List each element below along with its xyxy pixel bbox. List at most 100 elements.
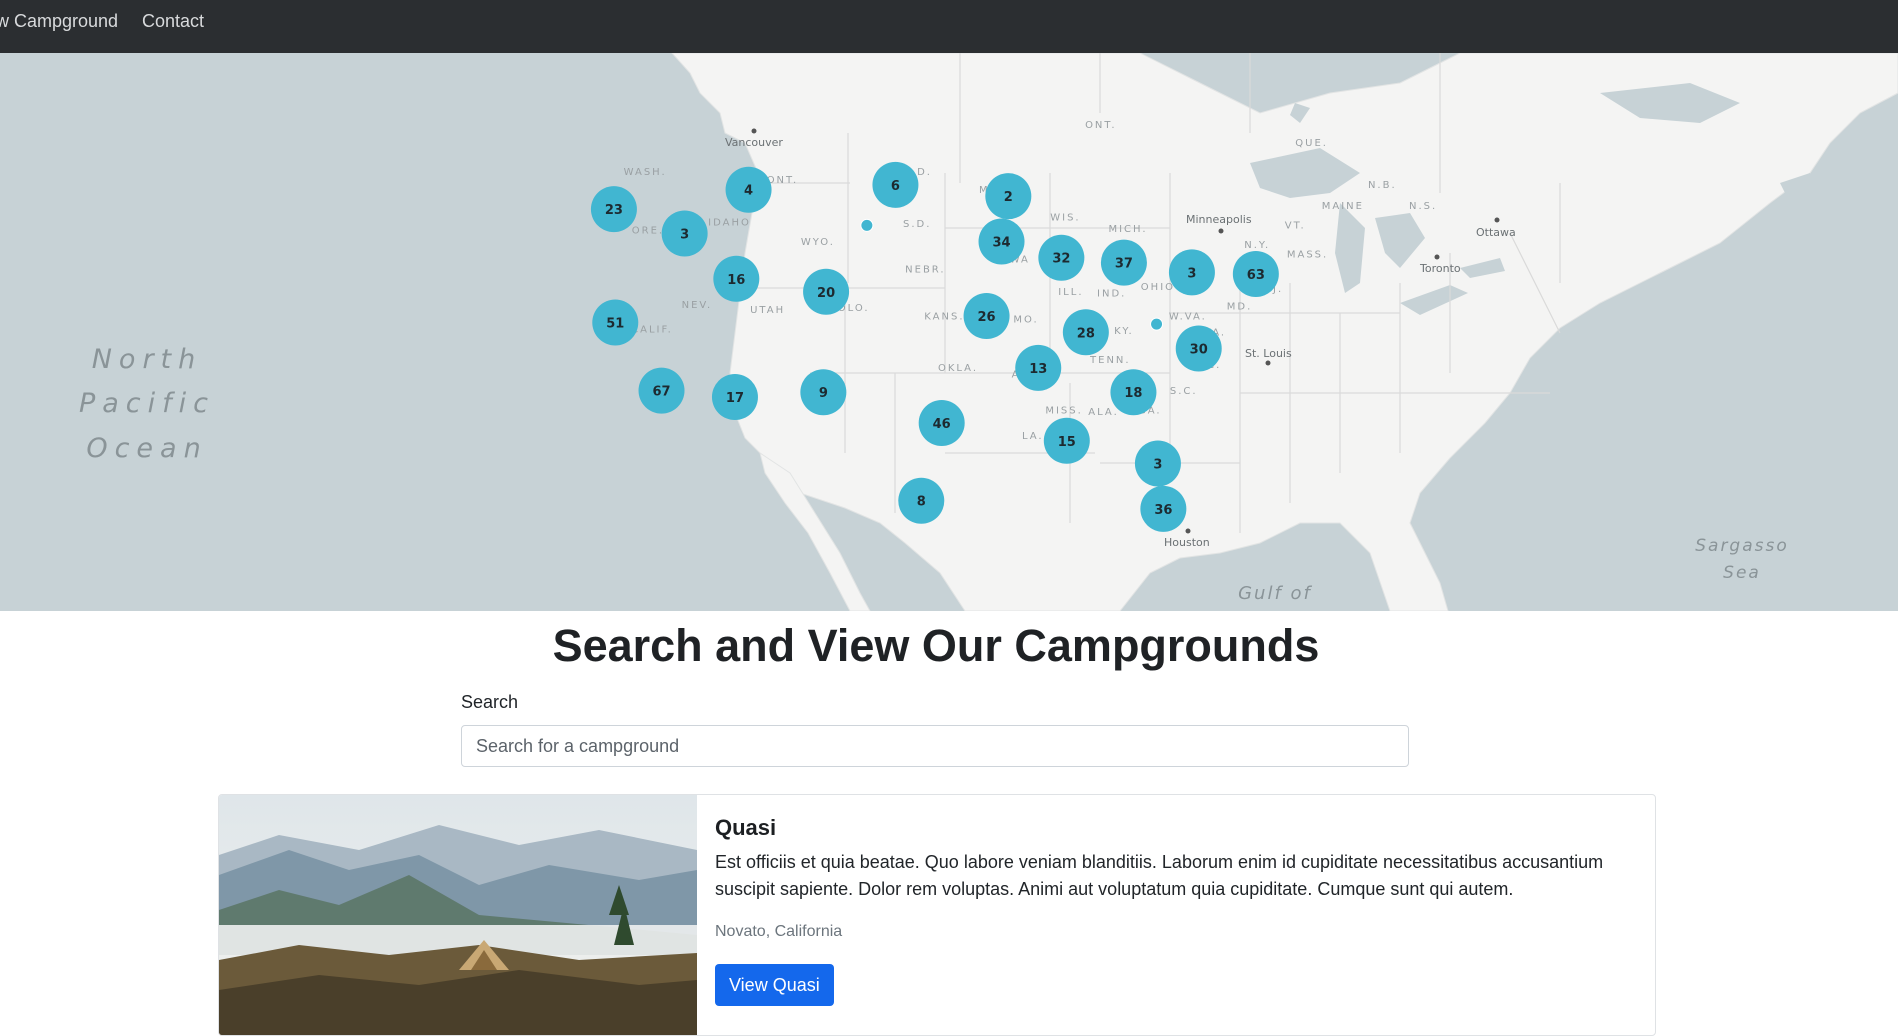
region-label: QUE. [1295,138,1328,149]
cluster-marker[interactable]: 13 [1015,344,1062,391]
cluster-marker[interactable]: 32 [1038,234,1085,281]
search-input[interactable] [461,725,1409,767]
cluster-count: 6 [891,179,900,194]
cluster-marker[interactable]: 17 [711,374,758,421]
page-title: Search and View Our Campgrounds [552,620,1320,671]
water-label: Pacific [79,388,215,419]
region-label: WIS. [1050,212,1080,223]
region-label: ALA. [1088,407,1119,418]
cluster-marker[interactable]: 63 [1232,250,1279,297]
cluster-marker[interactable]: 67 [638,367,685,414]
cluster-count: 46 [933,417,951,432]
cluster-count: 67 [652,385,670,400]
cluster-count: 30 [1190,342,1208,357]
cluster-count: 4 [744,184,753,199]
cluster-marker[interactable]: 16 [713,255,760,302]
land-mass [671,53,1898,611]
cluster-count: 13 [1029,362,1047,377]
cluster-count: 8 [917,495,926,510]
cluster-marker[interactable]: 15 [1043,417,1090,464]
cluster-marker[interactable]: 3 [1168,249,1215,296]
cluster-count: 3 [680,227,689,242]
region-label: MAINE [1322,201,1364,212]
search-label: Search [461,692,519,712]
cluster-marker[interactable]: 36 [1140,485,1187,532]
cluster-count: 36 [1154,503,1172,518]
place-label: St. Louis [1245,347,1292,360]
region-label: ONT. [1085,120,1116,131]
cluster-marker[interactable]: 34 [978,218,1025,265]
region-label: MASS. [1287,250,1328,261]
campground-title: Quasi [715,815,777,840]
place-label: Houston [1164,536,1210,549]
campground-map[interactable]: North Pacific Ocean Sargasso Sea Gulf of… [0,53,1898,611]
region-label: WASH. [624,167,667,178]
cluster-count: 18 [1124,386,1142,401]
nav-link-new-campground[interactable]: w Campground [0,10,118,32]
region-label: S.D. [903,219,931,230]
cluster-marker[interactable]: 20 [803,268,850,315]
region-label: MO. [1013,315,1038,326]
region-label: VT. [1285,221,1306,232]
cluster-count: 51 [606,317,624,332]
place-label: Ottawa [1476,226,1516,239]
region-label: MD. [1227,302,1253,313]
region-label: N.B. [1368,180,1397,191]
water-label: Sea [1723,563,1761,583]
campground-location: Novato, California [715,923,843,940]
cluster-marker[interactable]: 9 [800,369,847,416]
cluster-count: 3 [1153,457,1162,472]
region-label: NEV. [682,300,713,311]
cluster-marker[interactable]: 51 [592,299,639,346]
region-label: KANS. [924,311,964,322]
place-label: Toronto [1419,262,1461,275]
campground-point-marker[interactable] [1150,317,1164,331]
region-label: OHIO [1141,282,1175,293]
cluster-count: 23 [605,203,623,218]
cluster-count: 26 [978,310,996,325]
region-label: MICH. [1108,224,1147,235]
map-canvas[interactable]: North Pacific Ocean Sargasso Sea Gulf of… [0,53,1898,611]
cluster-marker[interactable]: 28 [1062,309,1109,356]
cluster-count: 34 [992,236,1010,251]
cluster-marker[interactable]: 26 [963,293,1010,340]
cluster-count: 16 [727,273,745,288]
water-label: Sargasso [1695,536,1789,556]
region-label: S.C. [1170,386,1198,397]
water-label: North [92,344,203,375]
cluster-count: 37 [1115,257,1133,272]
region-label: IDAHO [708,217,751,228]
region-label: UTAH [750,305,785,316]
cluster-marker[interactable]: 3 [661,210,708,257]
cluster-count: 15 [1058,435,1076,450]
cluster-marker[interactable]: 46 [918,399,965,446]
cluster-marker[interactable]: 8 [898,477,945,524]
cluster-marker[interactable]: 3 [1134,440,1181,487]
cluster-marker[interactable]: 37 [1100,239,1147,286]
region-label: NEBR. [905,264,945,275]
water-label: Ocean [86,433,207,464]
cluster-count: 28 [1077,326,1095,341]
region-label: OKLA. [938,363,978,374]
cluster-marker[interactable]: 4 [725,166,772,213]
cluster-count: 17 [726,391,744,406]
cluster-marker[interactable]: 2 [985,173,1032,220]
region-label: N.Y. [1244,240,1270,251]
water-label: Gulf of [1238,583,1312,604]
campground-image [219,795,697,1035]
nav-link-contact[interactable]: Contact [142,10,204,32]
region-label: TENN. [1089,355,1131,366]
campground-point-marker[interactable] [860,218,874,232]
cluster-count: 32 [1052,252,1070,267]
navbar: w Campground Contact [0,0,1898,53]
cluster-marker[interactable]: 30 [1175,325,1222,372]
cluster-marker[interactable]: 18 [1110,369,1157,416]
region-label: IND. [1097,289,1126,300]
cluster-marker[interactable]: 6 [872,161,919,208]
region-label: ORE. [632,225,664,236]
campground-description: Est officiis et quia beatae. Quo labore … [715,852,1604,899]
region-label: MISS. [1045,405,1082,416]
region-label: KY. [1114,326,1133,337]
cluster-marker[interactable]: 23 [590,186,637,233]
place-label: Minneapolis [1186,213,1252,226]
